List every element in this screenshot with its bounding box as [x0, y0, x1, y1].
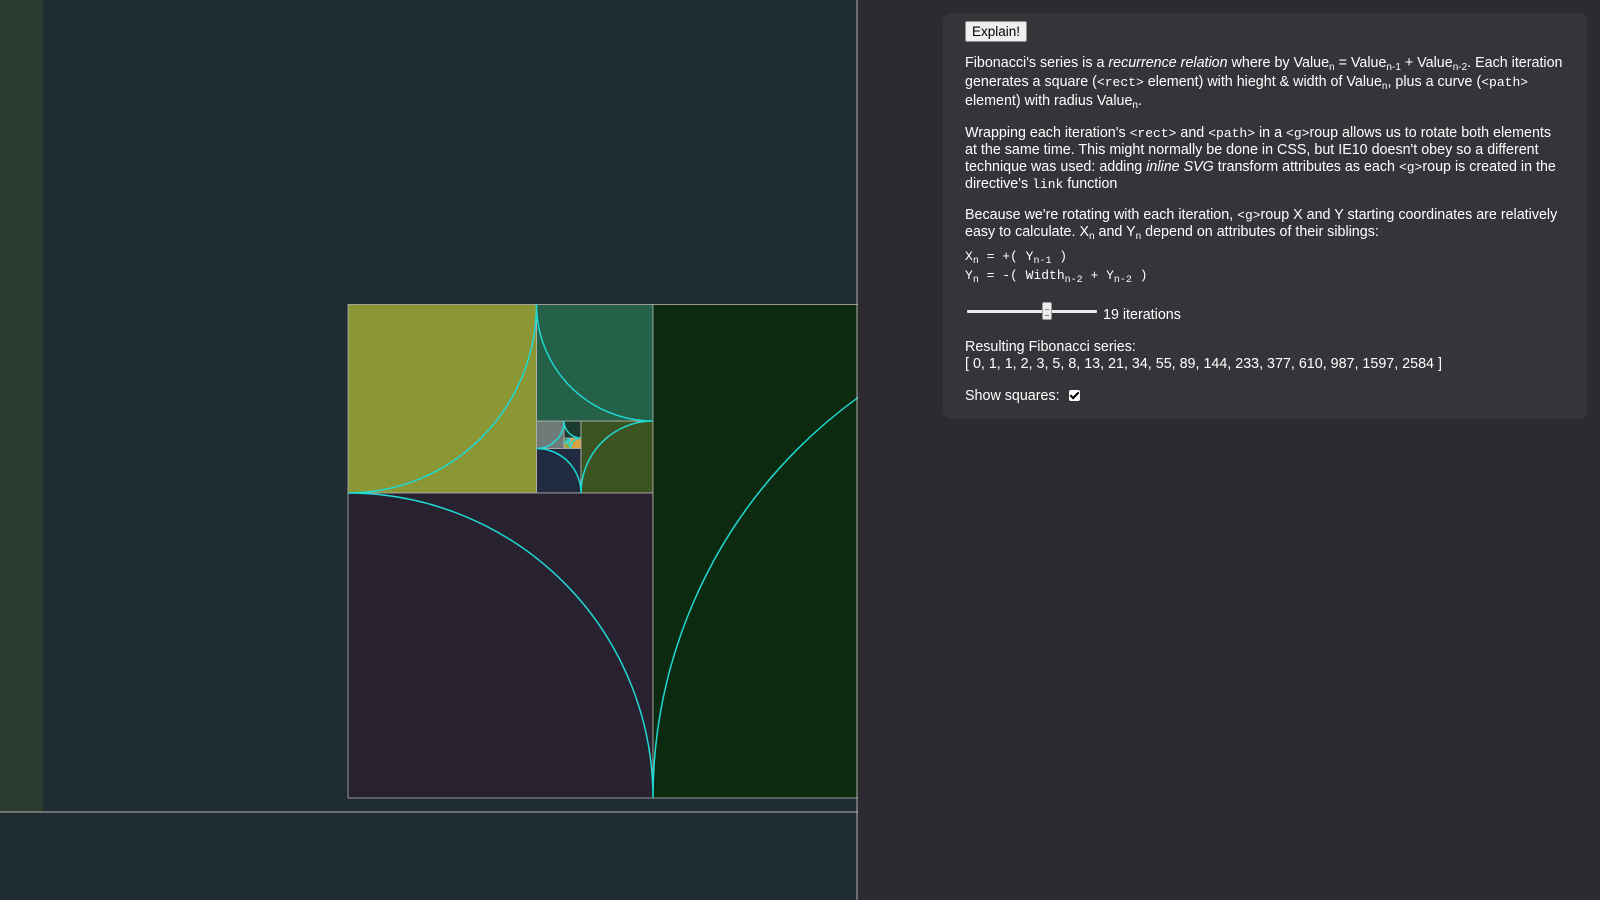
result-title: Resulting Fibonacci series: [965, 339, 1136, 355]
slider-track [967, 310, 1097, 313]
fibonacci-square [347, 304, 537, 494]
fibonacci-square-bottom [0, 812, 858, 900]
iterations-control: 19 iterations [965, 301, 1565, 323]
fibonacci-spiral [0, 0, 858, 900]
fibonacci-square [347, 492, 654, 799]
fibonacci-canvas [0, 0, 858, 900]
explain-button[interactable]: Explain! [965, 21, 1028, 42]
iterations-label: 19 iterations [1103, 306, 1181, 323]
result-series: [ 0, 1, 1, 2, 3, 5, 8, 13, 21, 34, 55, 8… [965, 356, 1442, 372]
fibonacci-square [652, 304, 858, 799]
coordinate-formulas: Xn = +( Yn-1 ) Yn = -( Widthn-2 + Yn-2 ) [965, 247, 1565, 286]
slider-thumb[interactable] [1042, 302, 1052, 320]
show-squares-label: Show squares: [965, 388, 1060, 404]
formula-x: Xn = +( Yn-1 ) [965, 249, 1068, 267]
explanation-paragraph-1: Fibonacci's series is a recurrence relat… [965, 55, 1563, 111]
explanation-paragraph-2: Wrapping each iteration's <rect> and <pa… [965, 125, 1556, 192]
show-squares-checkbox[interactable] [1068, 389, 1080, 401]
explanation-paragraph-3: Because we're rotating with each iterati… [965, 207, 1558, 242]
show-squares-row: Show squares: [965, 388, 1565, 405]
fibonacci-square [580, 420, 654, 494]
formula-y: Yn = -( Widthn-2 + Yn-2 ) [965, 268, 1148, 286]
iterations-slider[interactable] [967, 301, 1097, 323]
fibonacci-square-edge [0, 0, 43, 812]
fibonacci-square [536, 304, 654, 422]
explanation-panel: Explain! Fibonacci's series is a recurre… [943, 13, 1587, 419]
result-section: Resulting Fibonacci series: [ 0, 1, 1, 2… [965, 339, 1565, 373]
